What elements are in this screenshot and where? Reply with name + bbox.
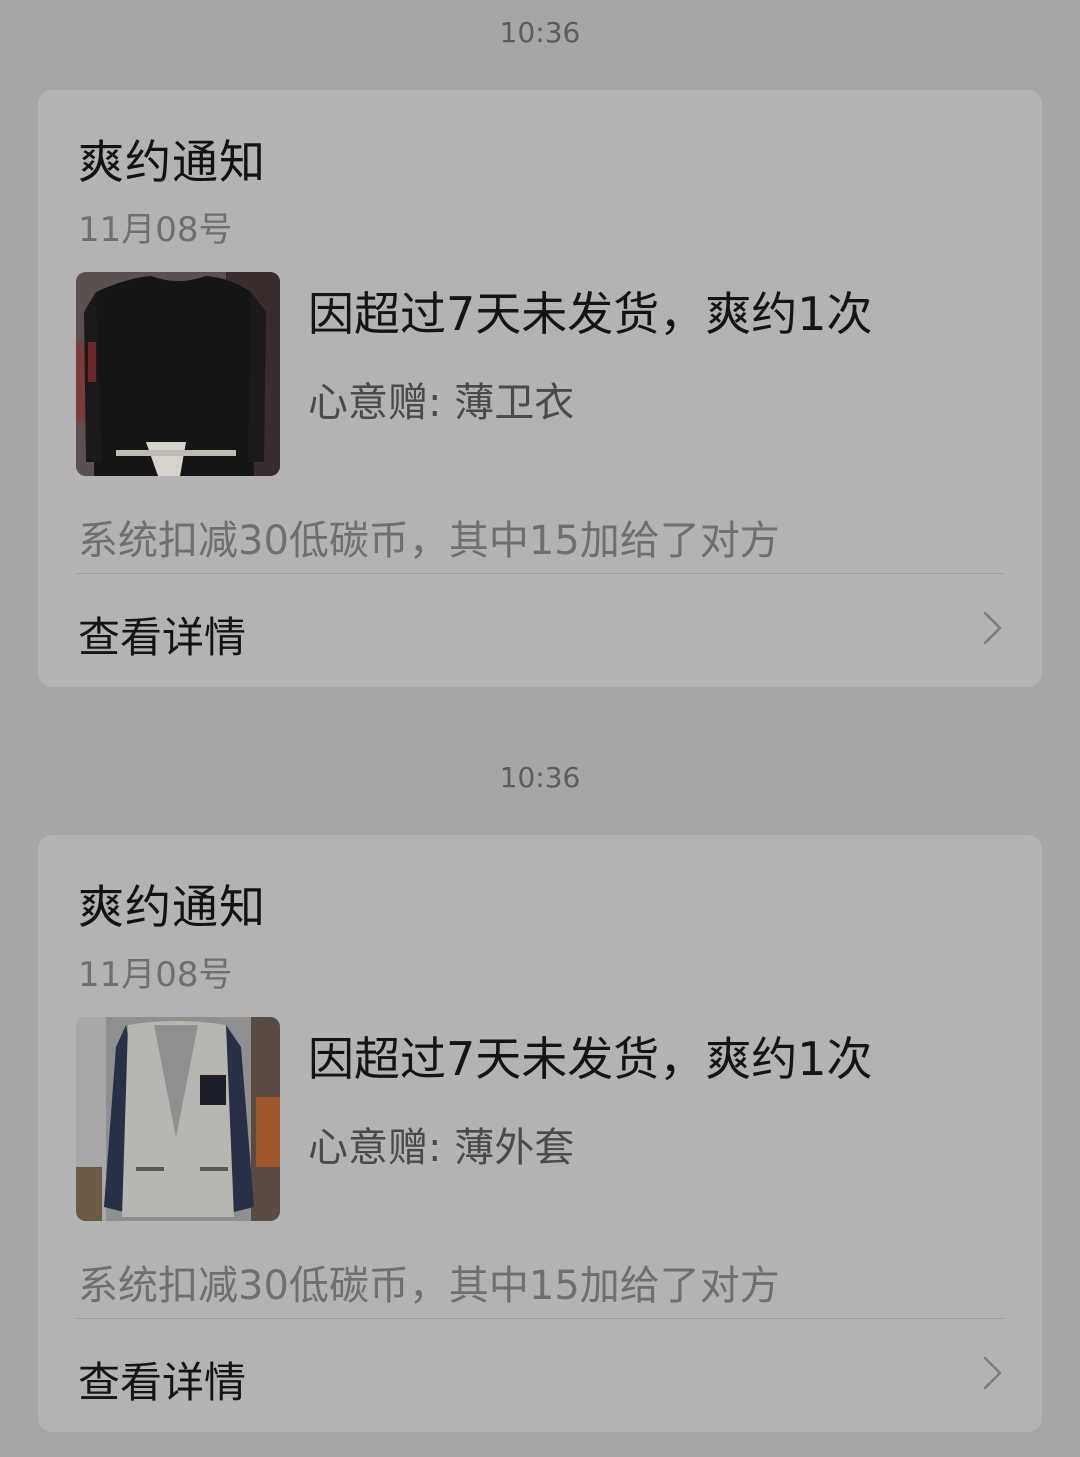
gift-item: 心意赠: 薄外套 [308,1125,575,1171]
sweatshirt-photo-icon [76,272,280,476]
coin-deduction-text: 系统扣减30低碳币，其中15加给了对方 [78,518,780,564]
chevron-right-icon [983,611,1002,645]
view-details-row[interactable]: 查看详情 [38,1319,1042,1432]
no-show-reason: 因超过7天未发货，爽约1次 [308,287,873,341]
coin-deduction-text: 系统扣减30低碳币，其中15加给了对方 [78,1263,780,1309]
no-show-notification-card[interactable]: 爽约通知 11月08号 因超过7天未发货，爽约1次 心意赠: 薄外套 系统扣减3… [38,835,1042,1432]
item-thumbnail[interactable] [76,272,280,476]
notification-feed: 10:36 爽约通知 11月08号 因超过7天未发货，爽约1次 心意赠: 薄卫衣… [0,0,1080,1432]
jacket-photo-icon [76,1017,280,1221]
message-timestamp: 10:36 [499,16,581,49]
view-details-row[interactable]: 查看详情 [38,574,1042,687]
view-details-label: 查看详情 [78,1358,247,1407]
card-title: 爽约通知 [78,135,266,189]
item-thumbnail[interactable] [76,1017,280,1221]
no-show-reason: 因超过7天未发货，爽约1次 [308,1032,873,1086]
gift-item: 心意赠: 薄卫衣 [308,380,575,426]
view-details-label: 查看详情 [78,613,247,662]
chevron-right-icon [983,1356,1002,1390]
no-show-notification-card[interactable]: 爽约通知 11月08号 因超过7天未发货，爽约1次 心意赠: 薄卫衣 系统扣减3… [38,90,1042,687]
card-title: 爽约通知 [78,880,266,934]
card-date: 11月08号 [78,210,233,250]
card-date: 11月08号 [78,955,233,995]
message-timestamp: 10:36 [499,761,581,794]
